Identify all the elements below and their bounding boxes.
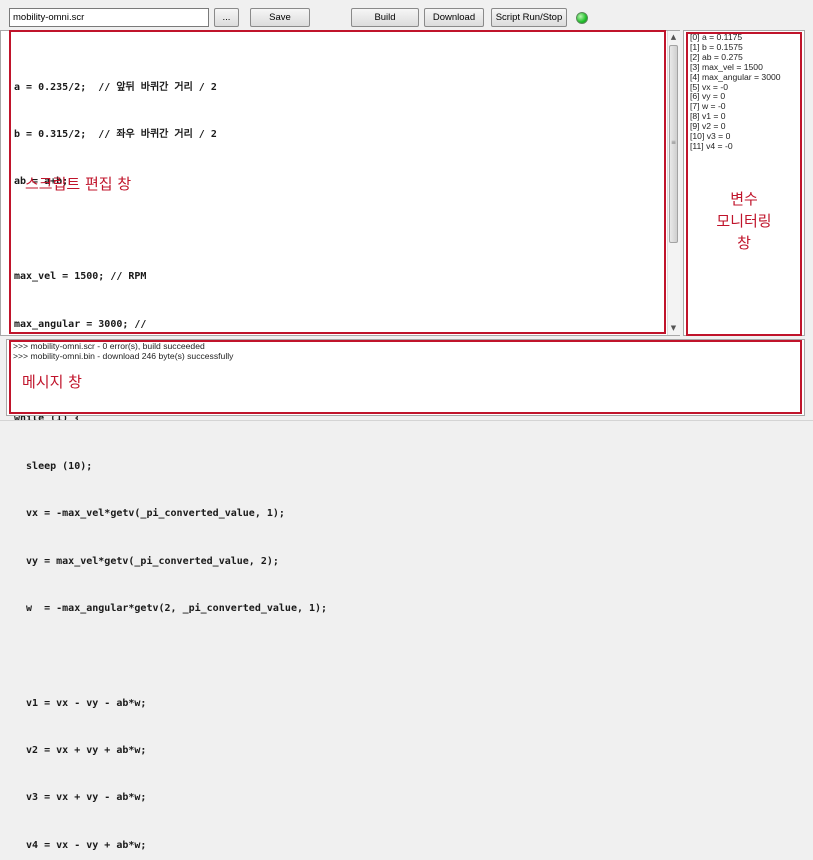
code-line: a = 0.235/2; // 앞뒤 바퀴간 거리 / 2 <box>14 81 217 93</box>
message-annotation-label: 메시지 창 <box>22 373 82 391</box>
browse-button[interactable]: ... <box>214 8 239 27</box>
monitor-annotation-label: 변수 모니터링 창 <box>686 188 802 254</box>
run-status-led-icon <box>576 12 588 24</box>
download-button[interactable]: Download <box>424 8 484 27</box>
save-button[interactable]: Save <box>250 8 310 27</box>
monitor-label-line: 창 <box>737 234 751 252</box>
code-line: v2 = vx + vy + ab*w; <box>14 745 147 757</box>
code-line: max_vel = 1500; // RPM <box>14 271 147 283</box>
code-line: vx = -max_vel*getv(_pi_converted_value, … <box>14 508 285 520</box>
build-button[interactable]: Build <box>351 8 419 27</box>
monitor-label-line: 변수 <box>730 190 758 208</box>
message-line: >>> mobility-omni.bin - download 246 byt… <box>13 350 234 361</box>
code-line: v1 = vx - vy - ab*w; <box>14 697 147 709</box>
code-line: b = 0.315/2; // 좌우 바퀴간 거리 / 2 <box>14 128 217 140</box>
variable-list: [0] a = 0.1175 [1] b = 0.1575 [2] ab = 0… <box>690 32 800 152</box>
scroll-down-arrow-icon[interactable]: ▼ <box>669 324 678 332</box>
code-line: v3 = vx + vy - ab*w; <box>14 792 147 804</box>
script-run-stop-button[interactable]: Script Run/Stop <box>491 8 567 27</box>
variable-item: [11] v4 = -0 <box>690 140 733 151</box>
code-line: w = -max_angular*getv(2, _pi_converted_v… <box>14 602 328 614</box>
message-list: >>> mobility-omni.scr - 0 error(s), buil… <box>13 341 793 362</box>
code-line: vy = max_vel*getv(_pi_converted_value, 2… <box>14 555 279 567</box>
script-code[interactable]: a = 0.235/2; // 앞뒤 바퀴간 거리 / 2 b = 0.315/… <box>14 48 664 860</box>
monitor-label-line: 모니터링 <box>716 212 772 230</box>
scroll-up-arrow-icon[interactable]: ▲ <box>669 33 678 41</box>
script-file-input[interactable]: mobility-omni.scr <box>9 8 209 27</box>
status-bar <box>0 420 813 430</box>
editor-annotation-label: 스크립트 편집 창 <box>25 175 132 193</box>
code-line: sleep (10); <box>14 460 93 472</box>
code-line: max_angular = 3000; // <box>14 318 147 330</box>
scroll-grip-icon: ≡ <box>670 139 677 146</box>
code-line: v4 = vx - vy + ab*w; <box>14 839 147 851</box>
